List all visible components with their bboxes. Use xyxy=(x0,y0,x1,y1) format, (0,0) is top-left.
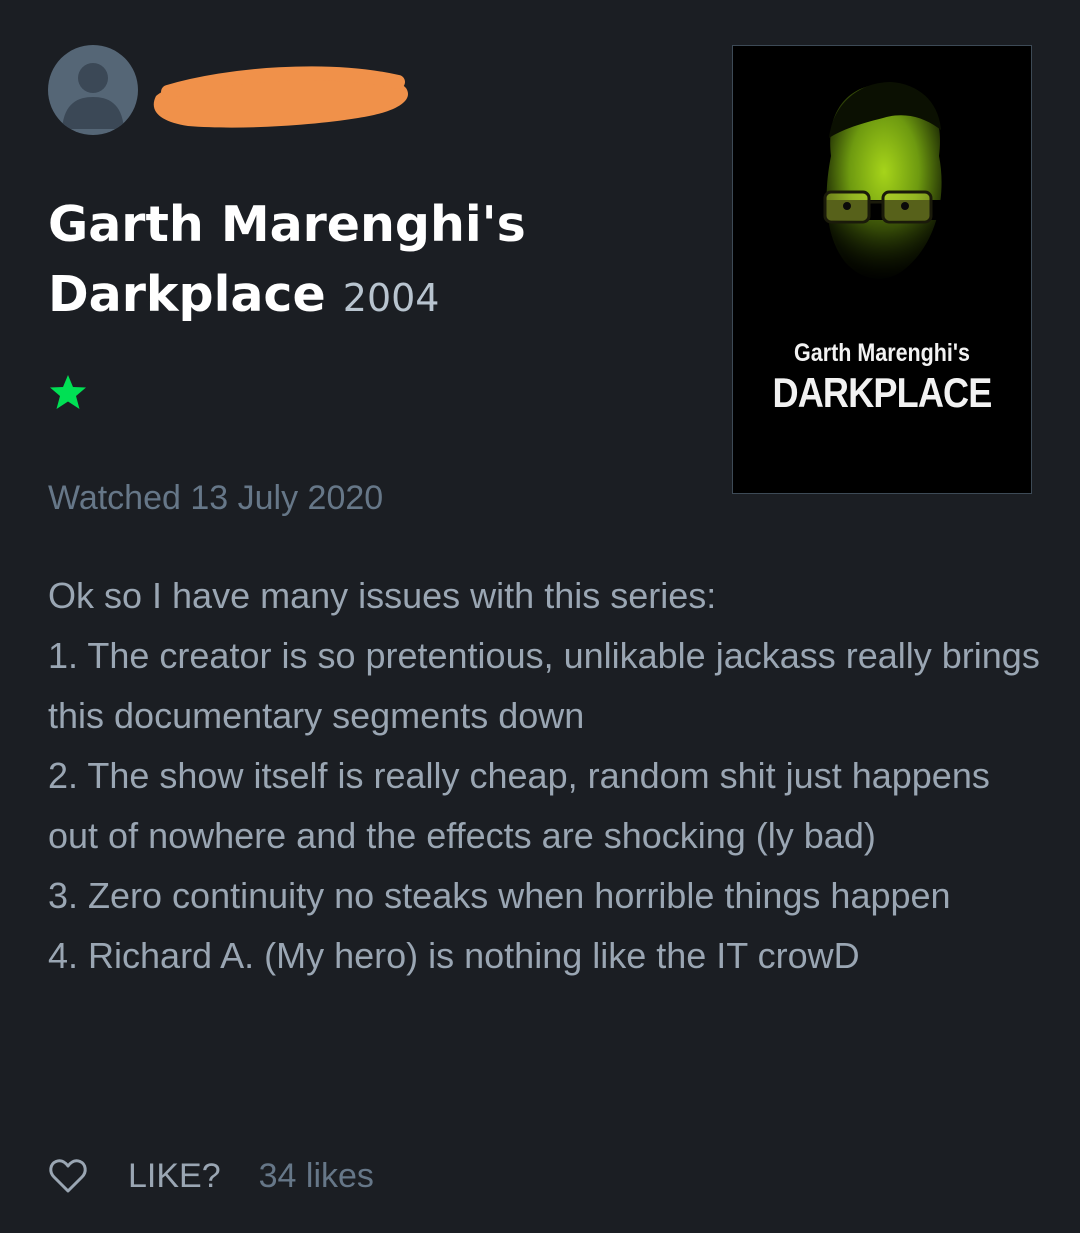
watched-date: Watched 13 July 2020 xyxy=(48,479,384,517)
poster-title: Garth Marenghi's DARKPLACE xyxy=(754,338,1010,418)
person-icon xyxy=(62,63,124,129)
review-text: Ok so I have many issues with this serie… xyxy=(48,575,1040,976)
film-title[interactable]: Garth Marenghi's Darkplace xyxy=(48,196,526,323)
film-title-block: Garth Marenghi's Darkplace 2004 xyxy=(48,190,688,333)
film-year[interactable]: 2004 xyxy=(343,276,440,320)
star-icon xyxy=(50,375,86,409)
heart-icon[interactable] xyxy=(48,1156,88,1196)
film-poster[interactable]: Garth Marenghi's DARKPLACE xyxy=(732,45,1032,494)
poster-line-2: DARKPLACE xyxy=(772,369,992,416)
poster-artwork xyxy=(733,46,1031,493)
like-button[interactable]: LIKE? xyxy=(128,1157,221,1196)
review-actions: LIKE? 34 likes xyxy=(48,1150,374,1202)
likes-count[interactable]: 34 likes xyxy=(259,1157,374,1196)
user-avatar[interactable] xyxy=(48,45,138,135)
review-body: Ok so I have many issues with this serie… xyxy=(48,566,1048,986)
redacted-username xyxy=(153,66,408,128)
poster-line-1: Garth Marenghi's xyxy=(794,339,970,367)
